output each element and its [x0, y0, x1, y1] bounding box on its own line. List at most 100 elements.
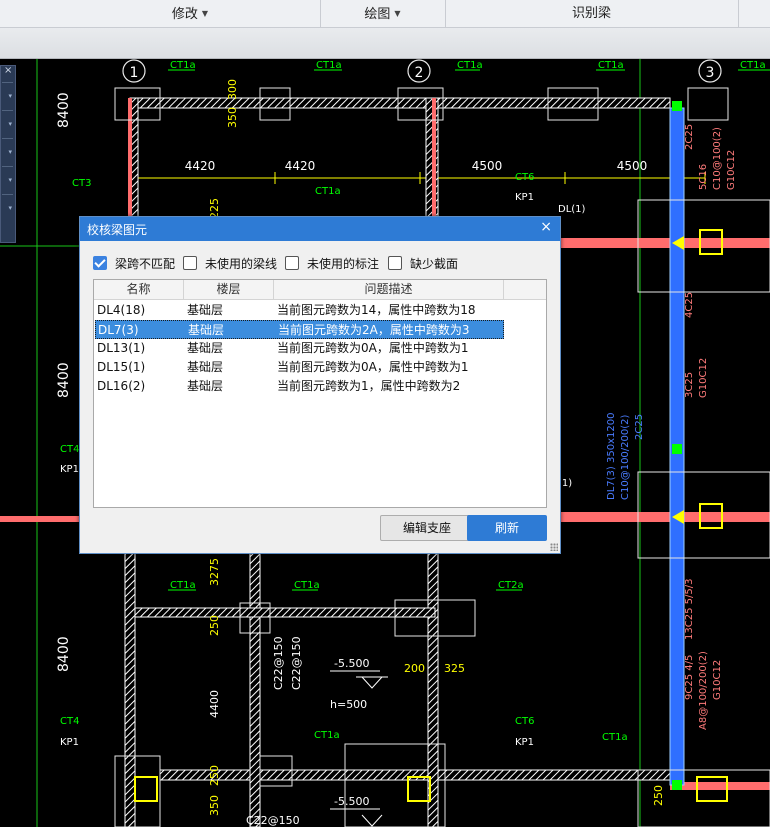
tag-ct1a-9: CT1a [602, 732, 628, 743]
c22-3: C22@150 [246, 814, 300, 827]
dl-tag-1: DL(1) [558, 204, 586, 215]
rt-11: G10C12 [712, 660, 723, 700]
row-floor: 基础层 [187, 341, 224, 355]
sd-7: 4400 [208, 690, 221, 718]
dim-left-2: 8400 [56, 362, 72, 398]
chevron-down-icon: ▼ [201, 9, 209, 18]
h-label: h=500 [330, 698, 367, 711]
col-header-floor[interactable]: 楼层 [184, 280, 274, 299]
rt-8: 13C25 5/5/3 [684, 579, 695, 640]
dim-top-1: 4420 [185, 159, 216, 173]
panel-button-4[interactable]: ▾ [2, 166, 13, 193]
dim-left-1: 8400 [56, 92, 72, 128]
sd-3: 3275 [208, 558, 221, 586]
chevron-down-icon: ▾ [8, 204, 12, 212]
tag-ct1a-7: CT1a [294, 580, 320, 591]
tag-ct1a-2: CT1a [316, 60, 342, 71]
tag-ct4-1: CT4 [60, 444, 79, 455]
sd-10: 250 [652, 785, 665, 806]
tag-ct2a: CT2a [498, 580, 524, 591]
col-header-desc[interactable]: 问题描述 [274, 280, 504, 299]
check-missing-section-label: 缺少截面 [410, 257, 459, 271]
checkbox-icon[interactable] [183, 256, 197, 270]
resize-grip-icon[interactable] [550, 543, 558, 551]
panel-button-5[interactable]: ▾ [2, 194, 13, 221]
sd-6: 325 [444, 662, 465, 675]
rt-5: 4C25 [684, 292, 695, 318]
ribbon-group-modify[interactable]: 修改 ▼ [60, 0, 321, 27]
issue-row-selected[interactable]: DL7(3) 基础层 当前图元跨数为2A，属性中跨数为3 [95, 320, 504, 339]
row-name: DL4(18) [97, 303, 146, 317]
row-floor: 基础层 [187, 360, 224, 374]
ribbon-group-modify-label: 修改 [171, 7, 198, 22]
row-floor: 基础层 [188, 323, 225, 337]
row-name: DL13(1) [97, 341, 146, 355]
tag-ct1a-5: CT1a [598, 60, 624, 71]
sd-2: 300 [226, 79, 239, 100]
sd-8: 250 [208, 765, 221, 786]
row-desc: 当前图元跨数为0A，属性中跨数为1 [277, 341, 469, 355]
dim-top-3: 4500 [472, 159, 503, 173]
tag-ct3: CT3 [72, 178, 91, 189]
ribbon-group-identify-beam-label: 识别梁 [571, 6, 611, 21]
dim-left-3: 8400 [56, 636, 72, 672]
elev-1: -5.500 [334, 657, 369, 670]
tag-kp1-4: KP1 [515, 737, 534, 748]
close-icon[interactable]: × [540, 219, 552, 235]
beam-label-3: 2C25 [634, 414, 645, 440]
check-beam-dialog: 校核梁图元 × 梁跨不匹配 未使用的梁线 未使用的标注 缺少截面 名称 楼层 问… [79, 216, 561, 554]
row-desc: 当前图元跨数为2A，属性中跨数为3 [278, 323, 470, 337]
rt-7: G10C12 [698, 358, 709, 398]
tag-kp1-3: KP1 [515, 192, 534, 203]
checkbox-checked-icon[interactable] [93, 256, 107, 270]
panel-button-2[interactable]: ▾ [2, 110, 13, 137]
issue-row[interactable]: DL16(2) 基础层 当前图元跨数为1，属性中跨数为2 [94, 377, 546, 396]
rt-3: C10@100(2) [712, 127, 723, 190]
sd-9: 350 [208, 795, 221, 816]
checkbox-icon[interactable] [285, 256, 299, 270]
rt-4: G10C12 [726, 150, 737, 190]
issue-row[interactable]: DL13(1) 基础层 当前图元跨数为0A，属性中跨数为1 [94, 339, 546, 358]
edit-support-button[interactable]: 编辑支座 [380, 515, 474, 541]
dialog-titlebar[interactable]: 校核梁图元 × [80, 217, 560, 241]
rt-6: 3C25 [684, 372, 695, 398]
issue-row[interactable]: DL15(1) 基础层 当前图元跨数为0A，属性中跨数为1 [94, 358, 546, 377]
row-floor: 基础层 [187, 379, 224, 393]
checkbox-icon[interactable] [388, 256, 402, 270]
issue-list-header: 名称 楼层 问题描述 [94, 280, 546, 300]
close-icon[interactable]: × [4, 65, 12, 76]
row-name: DL16(2) [97, 379, 146, 393]
tag-ct6-2: CT6 [515, 716, 534, 727]
panel-button-3[interactable]: ▾ [2, 138, 13, 165]
ribbon-bar: 修改 ▼ 绘图 ▼ 识别梁 [0, 0, 770, 28]
dialog-title: 校核梁图元 [87, 223, 148, 237]
axis-label-3: 3 [706, 65, 715, 81]
tag-ct1a-3: CT1a [457, 60, 483, 71]
chevron-down-icon: ▾ [8, 148, 12, 156]
panel-button-1[interactable]: ▾ [2, 82, 13, 109]
tag-ct1a-8: CT1a [314, 730, 340, 741]
chevron-down-icon: ▾ [8, 176, 12, 184]
chevron-down-icon: ▾ [8, 92, 12, 100]
ribbon-group-draw-label: 绘图 [364, 7, 391, 22]
sd-5: 200 [404, 662, 425, 675]
c22-1: C22@150 [272, 636, 285, 690]
issue-row[interactable]: DL4(18) 基础层 当前图元跨数为14，属性中跨数为18 [94, 301, 546, 320]
col-header-name[interactable]: 名称 [94, 280, 184, 299]
chevron-down-icon: ▾ [8, 120, 12, 128]
ribbon-group-draw[interactable]: 绘图 ▼ [320, 0, 446, 27]
issue-list[interactable]: 名称 楼层 问题描述 DL4(18) 基础层 当前图元跨数为14，属性中跨数为1… [93, 279, 547, 508]
tag-ct6-1: CT6 [515, 172, 534, 183]
check-span-mismatch-label: 梁跨不匹配 [115, 257, 176, 271]
chevron-down-icon: ▼ [394, 9, 401, 18]
check-unused-annotations-label: 未使用的标注 [307, 257, 380, 271]
sd-4: 250 [208, 615, 221, 636]
dim-top-4: 4500 [617, 159, 648, 173]
row-desc: 当前图元跨数为1，属性中跨数为2 [277, 379, 461, 393]
tag-ct1a-6: CT1a [170, 580, 196, 591]
c22-2: C22@150 [290, 636, 303, 690]
row-floor: 基础层 [187, 303, 224, 317]
refresh-button[interactable]: 刷新 [467, 515, 547, 541]
ribbon-group-identify-beam[interactable]: 识别梁 [445, 0, 739, 27]
tag-ct1a-10: CT1a [740, 60, 766, 71]
